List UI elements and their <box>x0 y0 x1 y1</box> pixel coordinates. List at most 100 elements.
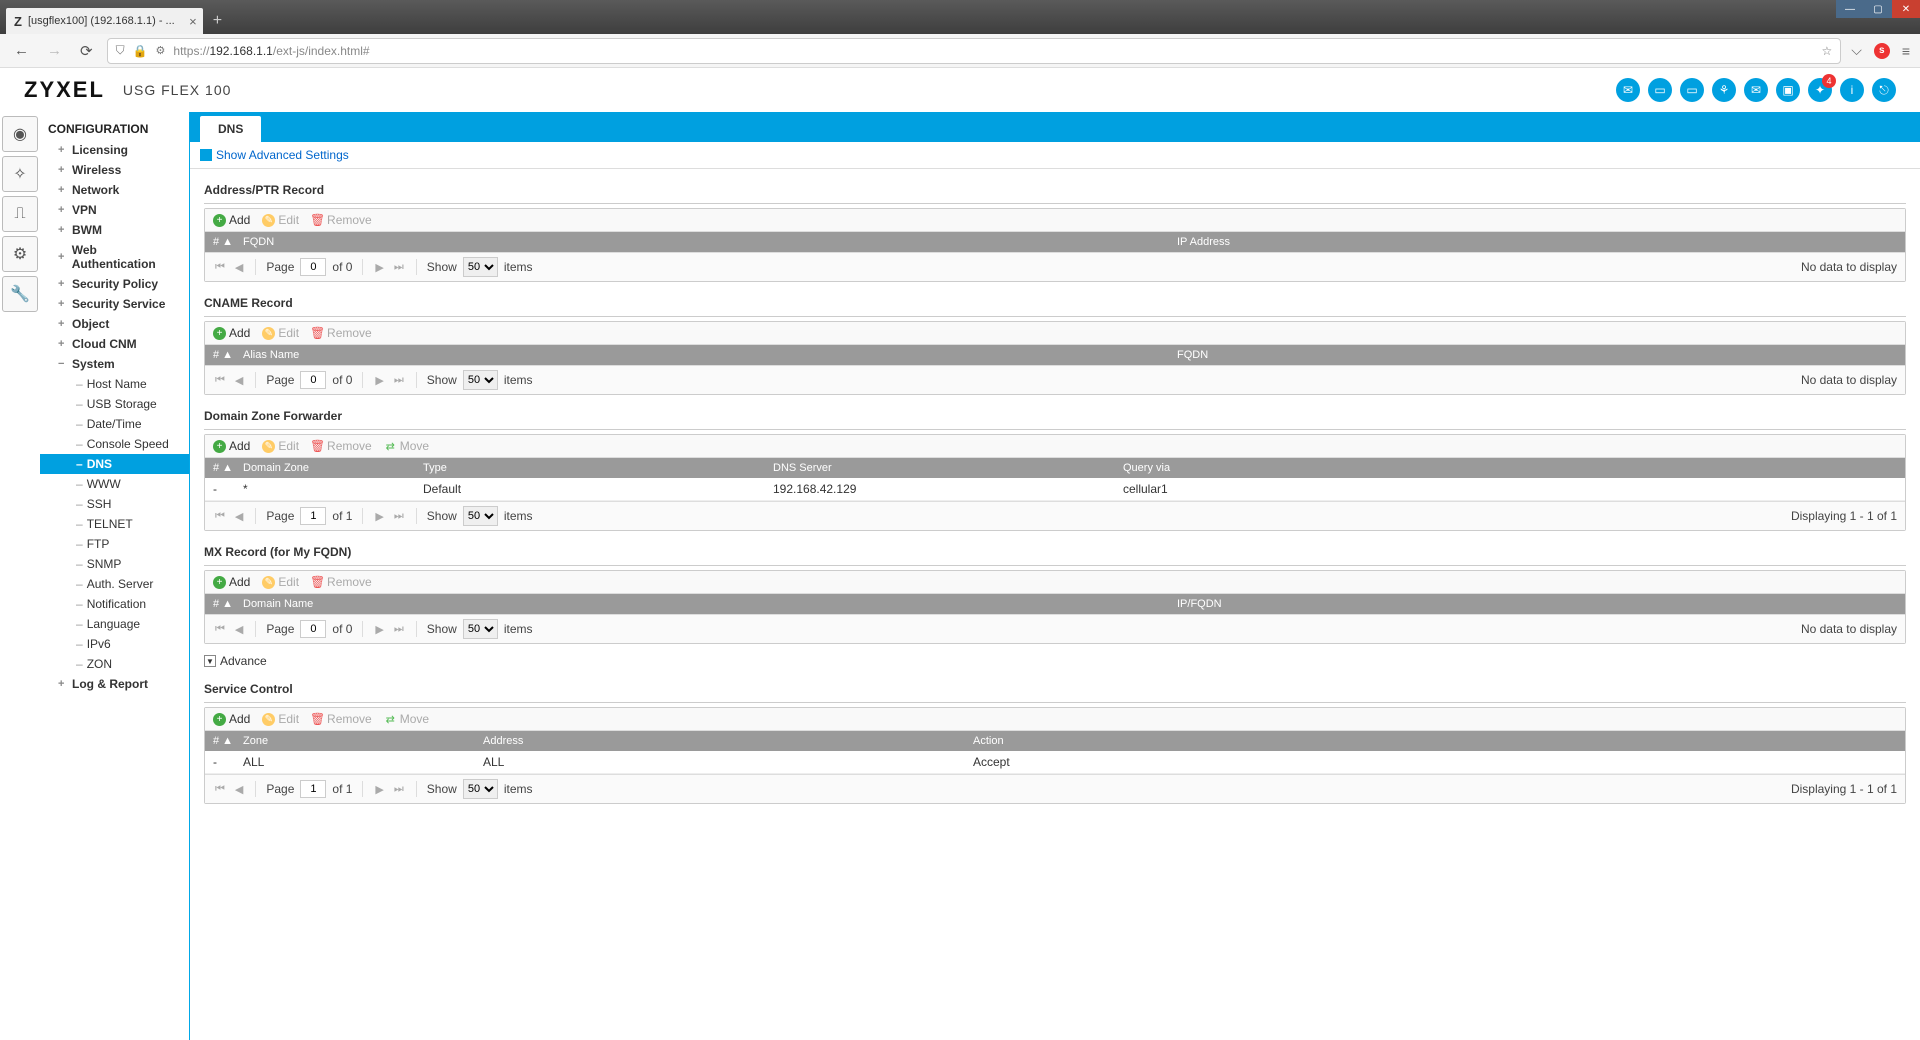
prev-page[interactable]: ◀ <box>233 261 245 274</box>
rail-status-icon[interactable]: ⎍ <box>2 196 38 232</box>
header-icon-3[interactable]: ▭ <box>1680 78 1704 102</box>
prev-page[interactable]: ◀ <box>233 623 245 636</box>
advance-toggle[interactable]: ▼Advance <box>204 654 1906 668</box>
next-page[interactable]: ▶ <box>373 261 385 274</box>
col-header[interactable]: Action <box>973 735 1897 747</box>
bookmark-icon[interactable]: ☆ <box>1821 44 1832 58</box>
nav-sub-console-speed[interactable]: –Console Speed <box>40 434 189 454</box>
last-page[interactable]: ⏭ <box>392 623 406 636</box>
add-button[interactable]: +Add <box>213 326 250 340</box>
col-header[interactable]: DNS Server <box>773 462 1123 474</box>
last-page[interactable]: ⏭ <box>392 374 406 387</box>
header-icon-6[interactable]: ▣ <box>1776 78 1800 102</box>
nav-sub-ftp[interactable]: –FTP <box>40 534 189 554</box>
header-icon-4[interactable]: ⚘ <box>1712 78 1736 102</box>
rail-dashboard-icon[interactable]: ◉ <box>2 116 38 152</box>
col-header[interactable]: Alias Name <box>243 349 1177 361</box>
last-page[interactable]: ⏭ <box>392 261 406 274</box>
first-page[interactable]: ⏮ <box>213 510 227 523</box>
col-header[interactable]: Zone <box>243 735 483 747</box>
page-size-select[interactable]: 50 <box>463 506 498 526</box>
prev-page[interactable]: ◀ <box>233 783 245 796</box>
window-close-button[interactable]: ✕ <box>1892 0 1920 18</box>
last-page[interactable]: ⏭ <box>392 510 406 523</box>
nav-sub-notification[interactable]: –Notification <box>40 594 189 614</box>
col-header[interactable]: IP Address <box>1177 236 1897 248</box>
add-button[interactable]: +Add <box>213 575 250 589</box>
add-button[interactable]: +Add <box>213 712 250 726</box>
forward-button[interactable]: → <box>43 38 66 63</box>
nav-item-cloud-cnm[interactable]: +Cloud CNM <box>40 334 189 354</box>
nav-sub-auth-server[interactable]: –Auth. Server <box>40 574 189 594</box>
next-page[interactable]: ▶ <box>373 623 385 636</box>
last-page[interactable]: ⏭ <box>392 783 406 796</box>
page-size-select[interactable]: 50 <box>463 619 498 639</box>
page-input[interactable] <box>300 620 326 638</box>
nav-item-network[interactable]: +Network <box>40 180 189 200</box>
remove-button[interactable]: 🗑Remove <box>311 213 372 227</box>
nav-sub-snmp[interactable]: –SNMP <box>40 554 189 574</box>
nav-item-web-authentication[interactable]: +Web Authentication <box>40 240 189 274</box>
add-button[interactable]: +Add <box>213 213 250 227</box>
extension-icon[interactable]: s <box>1874 43 1890 59</box>
remove-button[interactable]: 🗑Remove <box>311 712 372 726</box>
col-header[interactable]: # ▲ <box>213 462 243 474</box>
page-input[interactable] <box>300 258 326 276</box>
col-header[interactable]: # ▲ <box>213 735 243 747</box>
first-page[interactable]: ⏮ <box>213 623 227 636</box>
remove-button[interactable]: 🗑Remove <box>311 326 372 340</box>
reload-button[interactable]: ⟳ <box>76 38 97 64</box>
nav-sub-telnet[interactable]: –TELNET <box>40 514 189 534</box>
col-header[interactable]: Domain Name <box>243 598 1177 610</box>
nav-sub-ssh[interactable]: –SSH <box>40 494 189 514</box>
table-row[interactable]: -ALLALLAccept <box>205 751 1905 774</box>
table-row[interactable]: -*Default192.168.42.129cellular1 <box>205 478 1905 501</box>
first-page[interactable]: ⏮ <box>213 783 227 796</box>
header-icon-2[interactable]: ▭ <box>1648 78 1672 102</box>
remove-button[interactable]: 🗑Remove <box>311 439 372 453</box>
add-button[interactable]: +Add <box>213 439 250 453</box>
nav-item-security-policy[interactable]: +Security Policy <box>40 274 189 294</box>
menu-icon[interactable]: ≡ <box>1902 43 1910 59</box>
nav-sub-dns[interactable]: –DNS <box>40 454 189 474</box>
header-icon-notif[interactable]: ✦4 <box>1808 78 1832 102</box>
nav-item-bwm[interactable]: +BWM <box>40 220 189 240</box>
edit-button[interactable]: ✎Edit <box>262 439 299 453</box>
browser-tab[interactable]: Z [usgflex100] (192.168.1.1) - ... × <box>6 8 203 34</box>
col-header[interactable]: Domain Zone <box>243 462 423 474</box>
nav-item-object[interactable]: +Object <box>40 314 189 334</box>
next-page[interactable]: ▶ <box>373 374 385 387</box>
edit-button[interactable]: ✎Edit <box>262 213 299 227</box>
maximize-button[interactable]: ▢ <box>1864 0 1892 18</box>
nav-sub-language[interactable]: –Language <box>40 614 189 634</box>
page-input[interactable] <box>300 780 326 798</box>
prev-page[interactable]: ◀ <box>233 374 245 387</box>
first-page[interactable]: ⏮ <box>213 374 227 387</box>
move-button[interactable]: ⇄Move <box>384 439 429 453</box>
header-icon-info[interactable]: i <box>1840 78 1864 102</box>
nav-item-wireless[interactable]: +Wireless <box>40 160 189 180</box>
close-icon[interactable]: × <box>189 14 197 29</box>
col-header[interactable]: FQDN <box>243 236 1177 248</box>
rail-config-icon[interactable]: ⚙ <box>2 236 38 272</box>
edit-button[interactable]: ✎Edit <box>262 575 299 589</box>
nav-sub-zon[interactable]: –ZON <box>40 654 189 674</box>
next-page[interactable]: ▶ <box>373 510 385 523</box>
header-icon-1[interactable]: ✉ <box>1616 78 1640 102</box>
prev-page[interactable]: ◀ <box>233 510 245 523</box>
page-size-select[interactable]: 50 <box>463 779 498 799</box>
page-input[interactable] <box>300 507 326 525</box>
move-button[interactable]: ⇄Move <box>384 712 429 726</box>
page-input[interactable] <box>300 371 326 389</box>
remove-button[interactable]: 🗑Remove <box>311 575 372 589</box>
back-button[interactable]: ← <box>10 38 33 63</box>
col-header[interactable]: # ▲ <box>213 236 243 248</box>
nav-item-log-report[interactable]: +Log & Report <box>40 674 189 694</box>
nav-item-system[interactable]: −System <box>40 354 189 374</box>
nav-sub-www[interactable]: –WWW <box>40 474 189 494</box>
col-header[interactable]: Type <box>423 462 773 474</box>
next-page[interactable]: ▶ <box>373 783 385 796</box>
page-size-select[interactable]: 50 <box>463 257 498 277</box>
header-icon-logout[interactable]: ⎋ <box>1872 78 1896 102</box>
nav-sub-date-time[interactable]: –Date/Time <box>40 414 189 434</box>
